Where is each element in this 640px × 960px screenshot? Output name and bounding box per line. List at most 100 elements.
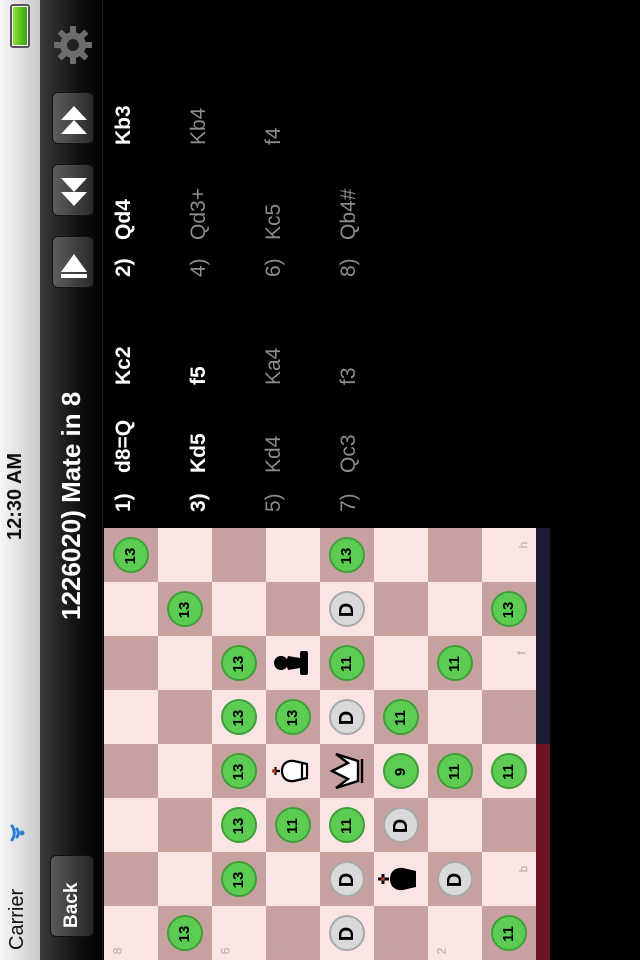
board-square[interactable] <box>266 852 320 906</box>
board-square[interactable] <box>428 798 482 852</box>
move-black[interactable]: f5 <box>187 366 211 385</box>
move-white[interactable]: Kd4 <box>262 436 286 473</box>
move-black[interactable]: Kc2 <box>112 346 136 385</box>
distance-marker: 11 <box>275 807 311 843</box>
marker-label: D <box>336 602 358 618</box>
board-square[interactable] <box>482 852 536 906</box>
board-square[interactable] <box>482 528 536 582</box>
board-square[interactable] <box>482 690 536 744</box>
board-square[interactable] <box>428 582 482 636</box>
board-square[interactable] <box>428 690 482 744</box>
move-white[interactable]: Qb4# <box>337 189 361 240</box>
marker-label: 13 <box>230 709 247 727</box>
board-square[interactable] <box>374 528 428 582</box>
draw-marker: D <box>329 915 365 951</box>
file-label: h <box>516 541 531 549</box>
page-title: 1226020) Mate in 8 <box>56 391 86 620</box>
board-square[interactable] <box>482 798 536 852</box>
forward-end-button[interactable] <box>52 92 94 144</box>
marker-label: 13 <box>230 655 247 673</box>
rank-label: 8 <box>110 947 125 955</box>
board-square[interactable] <box>158 744 212 798</box>
marker-label: 11 <box>446 656 463 672</box>
step-forward-icon <box>61 178 87 206</box>
distance-marker: 13 <box>221 861 257 897</box>
board-square[interactable] <box>104 636 158 690</box>
black-king-icon[interactable] <box>374 852 428 906</box>
marker-label: D <box>336 710 358 726</box>
move-number[interactable]: 2) <box>112 258 136 277</box>
distance-marker: 13 <box>113 537 149 573</box>
move-number[interactable]: 5) <box>262 493 286 512</box>
board-square[interactable] <box>104 852 158 906</box>
step-forward-button[interactable] <box>52 164 94 216</box>
distance-marker: 11 <box>491 915 527 951</box>
distance-marker: 13 <box>167 591 203 627</box>
marker-label: 13 <box>500 601 517 619</box>
move-black[interactable]: f4 <box>262 127 286 145</box>
chess-board[interactable]: 8 6 5 3 2 b e f h 13 13 13 13 13 13 13 13 11 13 D D 11 D 11 D 13 D… <box>104 528 536 960</box>
board-square[interactable] <box>374 582 428 636</box>
distance-marker: 13 <box>167 915 203 951</box>
distance-marker: 13 <box>221 699 257 735</box>
rank-label: 5 <box>272 947 287 955</box>
gear-icon[interactable] <box>51 20 95 70</box>
move-white[interactable]: Qc3 <box>337 434 361 473</box>
board-square[interactable] <box>266 528 320 582</box>
play-button[interactable] <box>52 236 94 288</box>
marker-label: 13 <box>230 871 247 889</box>
distance-marker: 11 <box>329 807 365 843</box>
move-black[interactable]: f3 <box>337 367 361 385</box>
distance-marker: 13 <box>491 591 527 627</box>
marker-label: 13 <box>176 601 193 619</box>
marker-label: 13 <box>284 709 301 727</box>
board-square[interactable] <box>212 582 266 636</box>
move-number[interactable]: 3) <box>187 493 211 512</box>
board-edge-strip <box>536 528 550 744</box>
board-square[interactable] <box>158 636 212 690</box>
move-white[interactable]: Qd3+ <box>187 188 211 240</box>
marker-label: D <box>444 872 466 888</box>
distance-marker: 13 <box>275 699 311 735</box>
marker-label: D <box>336 872 358 888</box>
move-white[interactable]: Qd4 <box>112 199 136 240</box>
move-number[interactable]: 8) <box>337 258 361 277</box>
move-black[interactable]: Ka4 <box>262 348 286 385</box>
move-black[interactable]: Kb4 <box>187 108 211 145</box>
board-square[interactable] <box>104 798 158 852</box>
move-white[interactable]: d8=Q <box>112 420 136 473</box>
board-square[interactable] <box>104 582 158 636</box>
white-queen-icon[interactable] <box>320 744 374 798</box>
black-pawn-icon[interactable] <box>266 636 320 690</box>
file-label: f <box>514 651 529 655</box>
move-number[interactable]: 6) <box>262 258 286 277</box>
marker-label: 13 <box>338 547 355 565</box>
marker-label: 11 <box>338 656 355 672</box>
board-square[interactable] <box>158 798 212 852</box>
board-square[interactable] <box>482 636 536 690</box>
rank-label: 6 <box>218 947 233 955</box>
board-square[interactable] <box>104 744 158 798</box>
board-square[interactable] <box>266 582 320 636</box>
board-square[interactable] <box>158 852 212 906</box>
move-number[interactable]: 1) <box>112 493 136 512</box>
move-white[interactable]: Kc5 <box>262 204 286 240</box>
board-square[interactable] <box>104 690 158 744</box>
marker-label: D <box>390 818 412 834</box>
move-white[interactable]: Kd5 <box>187 433 211 473</box>
board-square[interactable] <box>158 528 212 582</box>
back-button-label: Back <box>61 882 82 928</box>
marker-label: 11 <box>500 764 517 780</box>
board-square[interactable] <box>212 528 266 582</box>
move-black[interactable]: Kb3 <box>112 105 136 145</box>
move-number[interactable]: 4) <box>187 258 211 277</box>
board-square[interactable] <box>428 528 482 582</box>
back-button[interactable]: Back <box>50 855 94 937</box>
board-square[interactable] <box>158 690 212 744</box>
white-king-icon[interactable] <box>266 744 320 798</box>
move-number[interactable]: 7) <box>337 493 361 512</box>
board-square[interactable] <box>374 636 428 690</box>
marker-label: 11 <box>446 764 463 780</box>
distance-marker: 13 <box>221 753 257 789</box>
distance-marker: 11 <box>383 699 419 735</box>
